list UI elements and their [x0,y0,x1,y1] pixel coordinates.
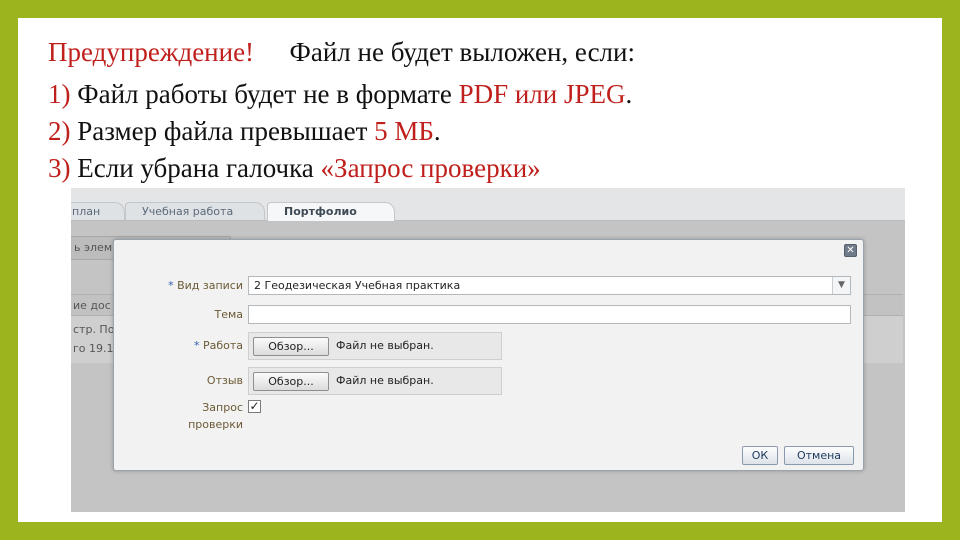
work-label: * Работа [194,339,243,352]
condition-2: 2) Размер файла превышает 5 МБ. [48,115,441,147]
tab-bar: план Учебная работа Портфолио [71,188,905,221]
work-file-status: Файл не выбран. [336,339,434,352]
condition-number: 2) [48,116,71,146]
condition-text: Если убрана галочка [77,153,321,183]
close-icon[interactable]: ✕ [844,244,857,257]
condition-end: . [625,79,633,109]
condition-text: Размер файла превышает [77,116,375,146]
warning-text: Файл не будет выложен, если: [289,37,635,67]
request-check-label-2: проверки [188,418,243,431]
background-button-text: ь элем [74,241,113,254]
background-row-text: го 19.1 [73,342,114,355]
warning-line: Предупреждение! Файл не будет выложен, е… [48,36,635,68]
condition-highlight: «Запрос проверки» [320,153,541,183]
checkmark-icon: ✓ [249,399,260,413]
chevron-down-icon[interactable]: ▼ [832,277,850,294]
condition-highlight: PDF или JPEG [458,79,626,109]
dialog-header: ✕ [114,240,863,262]
review-label: Отзыв [206,374,243,387]
background-header-text: ие дос [73,299,111,312]
condition-number: 3) [48,153,71,183]
ok-button[interactable]: ОК [742,446,778,465]
condition-number: 1) [48,79,71,109]
warning-label: Предупреждение! [48,37,255,67]
condition-text: Файл работы будет не в формате [77,79,459,109]
background-row-text: стр. По [73,323,115,336]
request-check-checkbox[interactable]: ✓ [248,400,261,413]
record-type-label: * Вид записи [168,279,243,292]
tab-study-work[interactable]: Учебная работа [125,202,265,220]
required-marker: * [193,339,200,352]
slide-frame: Предупреждение! Файл не будет выложен, е… [0,0,960,540]
cancel-button[interactable]: Отмена [784,446,854,465]
required-marker: * [168,279,174,292]
record-type-select[interactable]: 2 Геодезическая Учебная практика ▼ [248,276,851,295]
condition-highlight: 5 МБ [374,116,434,146]
slide: Предупреждение! Файл не будет выложен, е… [18,18,942,522]
condition-1: 1) Файл работы будет не в формате PDF ил… [48,78,632,110]
subject-input[interactable] [248,305,851,324]
request-check-label: Запрос [202,401,243,414]
tab-portfolio[interactable]: Портфолио [267,202,395,221]
review-browse-button[interactable]: Обзор... [253,372,329,391]
work-file-input: Обзор... Файл не выбран. [248,332,502,360]
embedded-screenshot: план Учебная работа Портфолио ь элем ие … [71,188,905,512]
review-file-status: Файл не выбран. [336,374,434,387]
add-record-dialog: ✕ * Вид записи 2 Геодезическая Учебная п… [113,239,864,471]
work-browse-button[interactable]: Обзор... [253,337,329,356]
record-type-label-text: Вид записи [177,279,243,292]
record-type-value: 2 Геодезическая Учебная практика [254,279,461,292]
subject-label: Тема [214,308,243,321]
condition-3: 3) Если убрана галочка «Запрос проверки» [48,152,541,184]
review-file-input: Обзор... Файл не выбран. [248,367,502,395]
condition-end: . [433,116,441,146]
tab-plan[interactable]: план [71,202,125,220]
work-label-text: Работа [202,339,243,352]
